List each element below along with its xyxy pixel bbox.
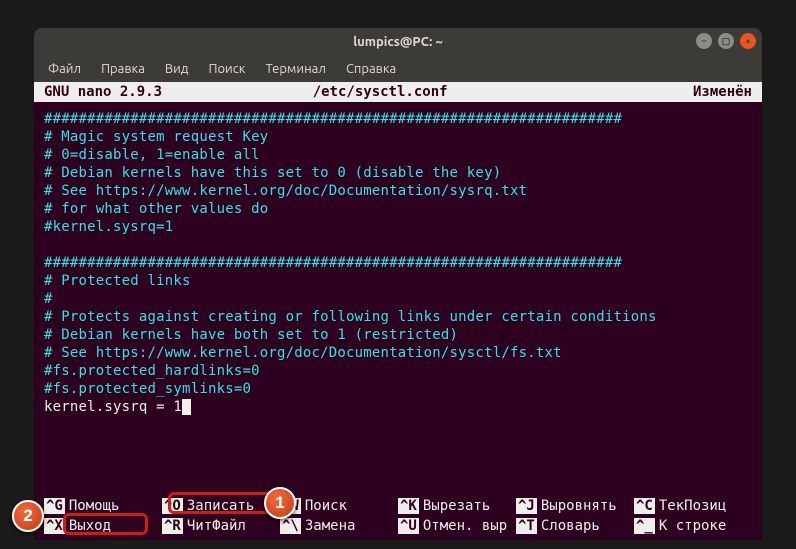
titlebar: lumpics@PC: ~ – ▢ × bbox=[34, 28, 762, 56]
help-curpos[interactable]: ^CТекПозиц bbox=[634, 496, 752, 516]
editor-line: # Protected links bbox=[44, 272, 752, 290]
help-label: К строке bbox=[659, 518, 726, 534]
keycap: ^R bbox=[162, 518, 183, 534]
menu-help[interactable]: Справка bbox=[340, 59, 402, 79]
menu-terminal[interactable]: Терминал bbox=[259, 59, 331, 79]
editor-line: # for what other values do bbox=[44, 200, 752, 218]
help-cut[interactable]: ^KВырезать bbox=[398, 496, 516, 516]
editor-content[interactable]: ########################################… bbox=[34, 102, 762, 416]
keycap: ^J bbox=[516, 498, 537, 514]
editor-line: # Protects against creating or following… bbox=[44, 308, 752, 326]
menu-file[interactable]: Файл bbox=[42, 59, 87, 79]
keycap: ^T bbox=[516, 518, 537, 534]
close-button[interactable]: × bbox=[740, 33, 756, 49]
editor-line: # 0=disable, 1=enable all bbox=[44, 146, 752, 164]
help-label: Вырезать bbox=[423, 498, 490, 514]
help-get-help[interactable]: ^GПомощь bbox=[44, 496, 162, 516]
window-title: lumpics@PC: ~ bbox=[353, 35, 443, 49]
keycap: ^K bbox=[398, 498, 419, 514]
help-uncut[interactable]: ^UОтмен. выр bbox=[398, 516, 516, 536]
maximize-button[interactable]: ▢ bbox=[718, 33, 734, 49]
help-label: Выровнять bbox=[541, 498, 617, 514]
help-label: ЧитФайл bbox=[187, 518, 246, 534]
menu-view[interactable]: Вид bbox=[159, 59, 195, 79]
editor-line: #fs.protected_hardlinks=0 bbox=[44, 362, 752, 380]
menu-search[interactable]: Поиск bbox=[202, 59, 251, 79]
editor-line: # bbox=[44, 290, 752, 308]
help-label: Записать bbox=[187, 498, 254, 514]
nano-help-bar: ^GПомощь^OЗаписать^WПоиск^KВырезать^JВыр… bbox=[34, 496, 762, 540]
help-label: Отмен. выр bbox=[423, 518, 507, 534]
nano-version: GNU nano 2.9.3 bbox=[44, 84, 313, 100]
editor-line bbox=[44, 236, 752, 254]
editor-line: kernel.sysrq = 1 bbox=[44, 398, 752, 416]
menubar: Файл Правка Вид Поиск Терминал Справка bbox=[34, 56, 762, 82]
help-spell[interactable]: ^TСловарь bbox=[516, 516, 634, 536]
editor-line: # Debian kernels have this set to 0 (dis… bbox=[44, 164, 752, 182]
editor-line: # See https://www.kernel.org/doc/Documen… bbox=[44, 182, 752, 200]
help-readfile[interactable]: ^RЧитФайл bbox=[162, 516, 280, 536]
cursor bbox=[182, 399, 191, 415]
editor-line: # See https://www.kernel.org/doc/Documen… bbox=[44, 344, 752, 362]
editor-line: #kernel.sysrq=1 bbox=[44, 218, 752, 236]
editor-line: #fs.protected_symlinks=0 bbox=[44, 380, 752, 398]
nano-status: Изменён bbox=[662, 84, 752, 100]
nano-header: GNU nano 2.9.3 /etc/sysctl.conf Изменён bbox=[34, 82, 762, 102]
keycap: ^U bbox=[398, 518, 419, 534]
annotation-badge-1: 1 bbox=[264, 487, 296, 519]
help-writeout[interactable]: ^OЗаписать bbox=[162, 496, 280, 516]
help-label: Словарь bbox=[541, 518, 600, 534]
keycap: ^_ bbox=[634, 518, 655, 534]
help-exit[interactable]: ^XВыход bbox=[44, 516, 162, 536]
annotation-badge-2: 2 bbox=[12, 500, 44, 532]
editor-line: # Debian kernels have both set to 1 (res… bbox=[44, 326, 752, 344]
help-label: Выход bbox=[69, 518, 111, 534]
help-replace[interactable]: ^\Замена bbox=[280, 516, 398, 536]
help-justify[interactable]: ^JВыровнять bbox=[516, 496, 634, 516]
keycap: ^C bbox=[634, 498, 655, 514]
window-controls: – ▢ × bbox=[696, 33, 756, 49]
editor-line: # Magic system request Key bbox=[44, 128, 752, 146]
terminal-window: lumpics@PC: ~ – ▢ × Файл Правка Вид Поис… bbox=[34, 28, 762, 540]
help-search[interactable]: ^WПоиск bbox=[280, 496, 398, 516]
menu-edit[interactable]: Правка bbox=[95, 59, 151, 79]
keycap: ^O bbox=[162, 498, 183, 514]
keycap: ^X bbox=[44, 518, 65, 534]
help-label: Поиск bbox=[305, 498, 347, 514]
editor-line: ########################################… bbox=[44, 110, 752, 128]
help-goto[interactable]: ^_К строке bbox=[634, 516, 752, 536]
help-label: Замена bbox=[305, 518, 356, 534]
help-label: ТекПозиц bbox=[659, 498, 726, 514]
keycap: ^\ bbox=[280, 518, 301, 534]
nano-filename: /etc/sysctl.conf bbox=[313, 84, 662, 100]
keycap: ^G bbox=[44, 498, 65, 514]
help-label: Помощь bbox=[69, 498, 120, 514]
minimize-button[interactable]: – bbox=[696, 33, 712, 49]
editor-line: ########################################… bbox=[44, 254, 752, 272]
